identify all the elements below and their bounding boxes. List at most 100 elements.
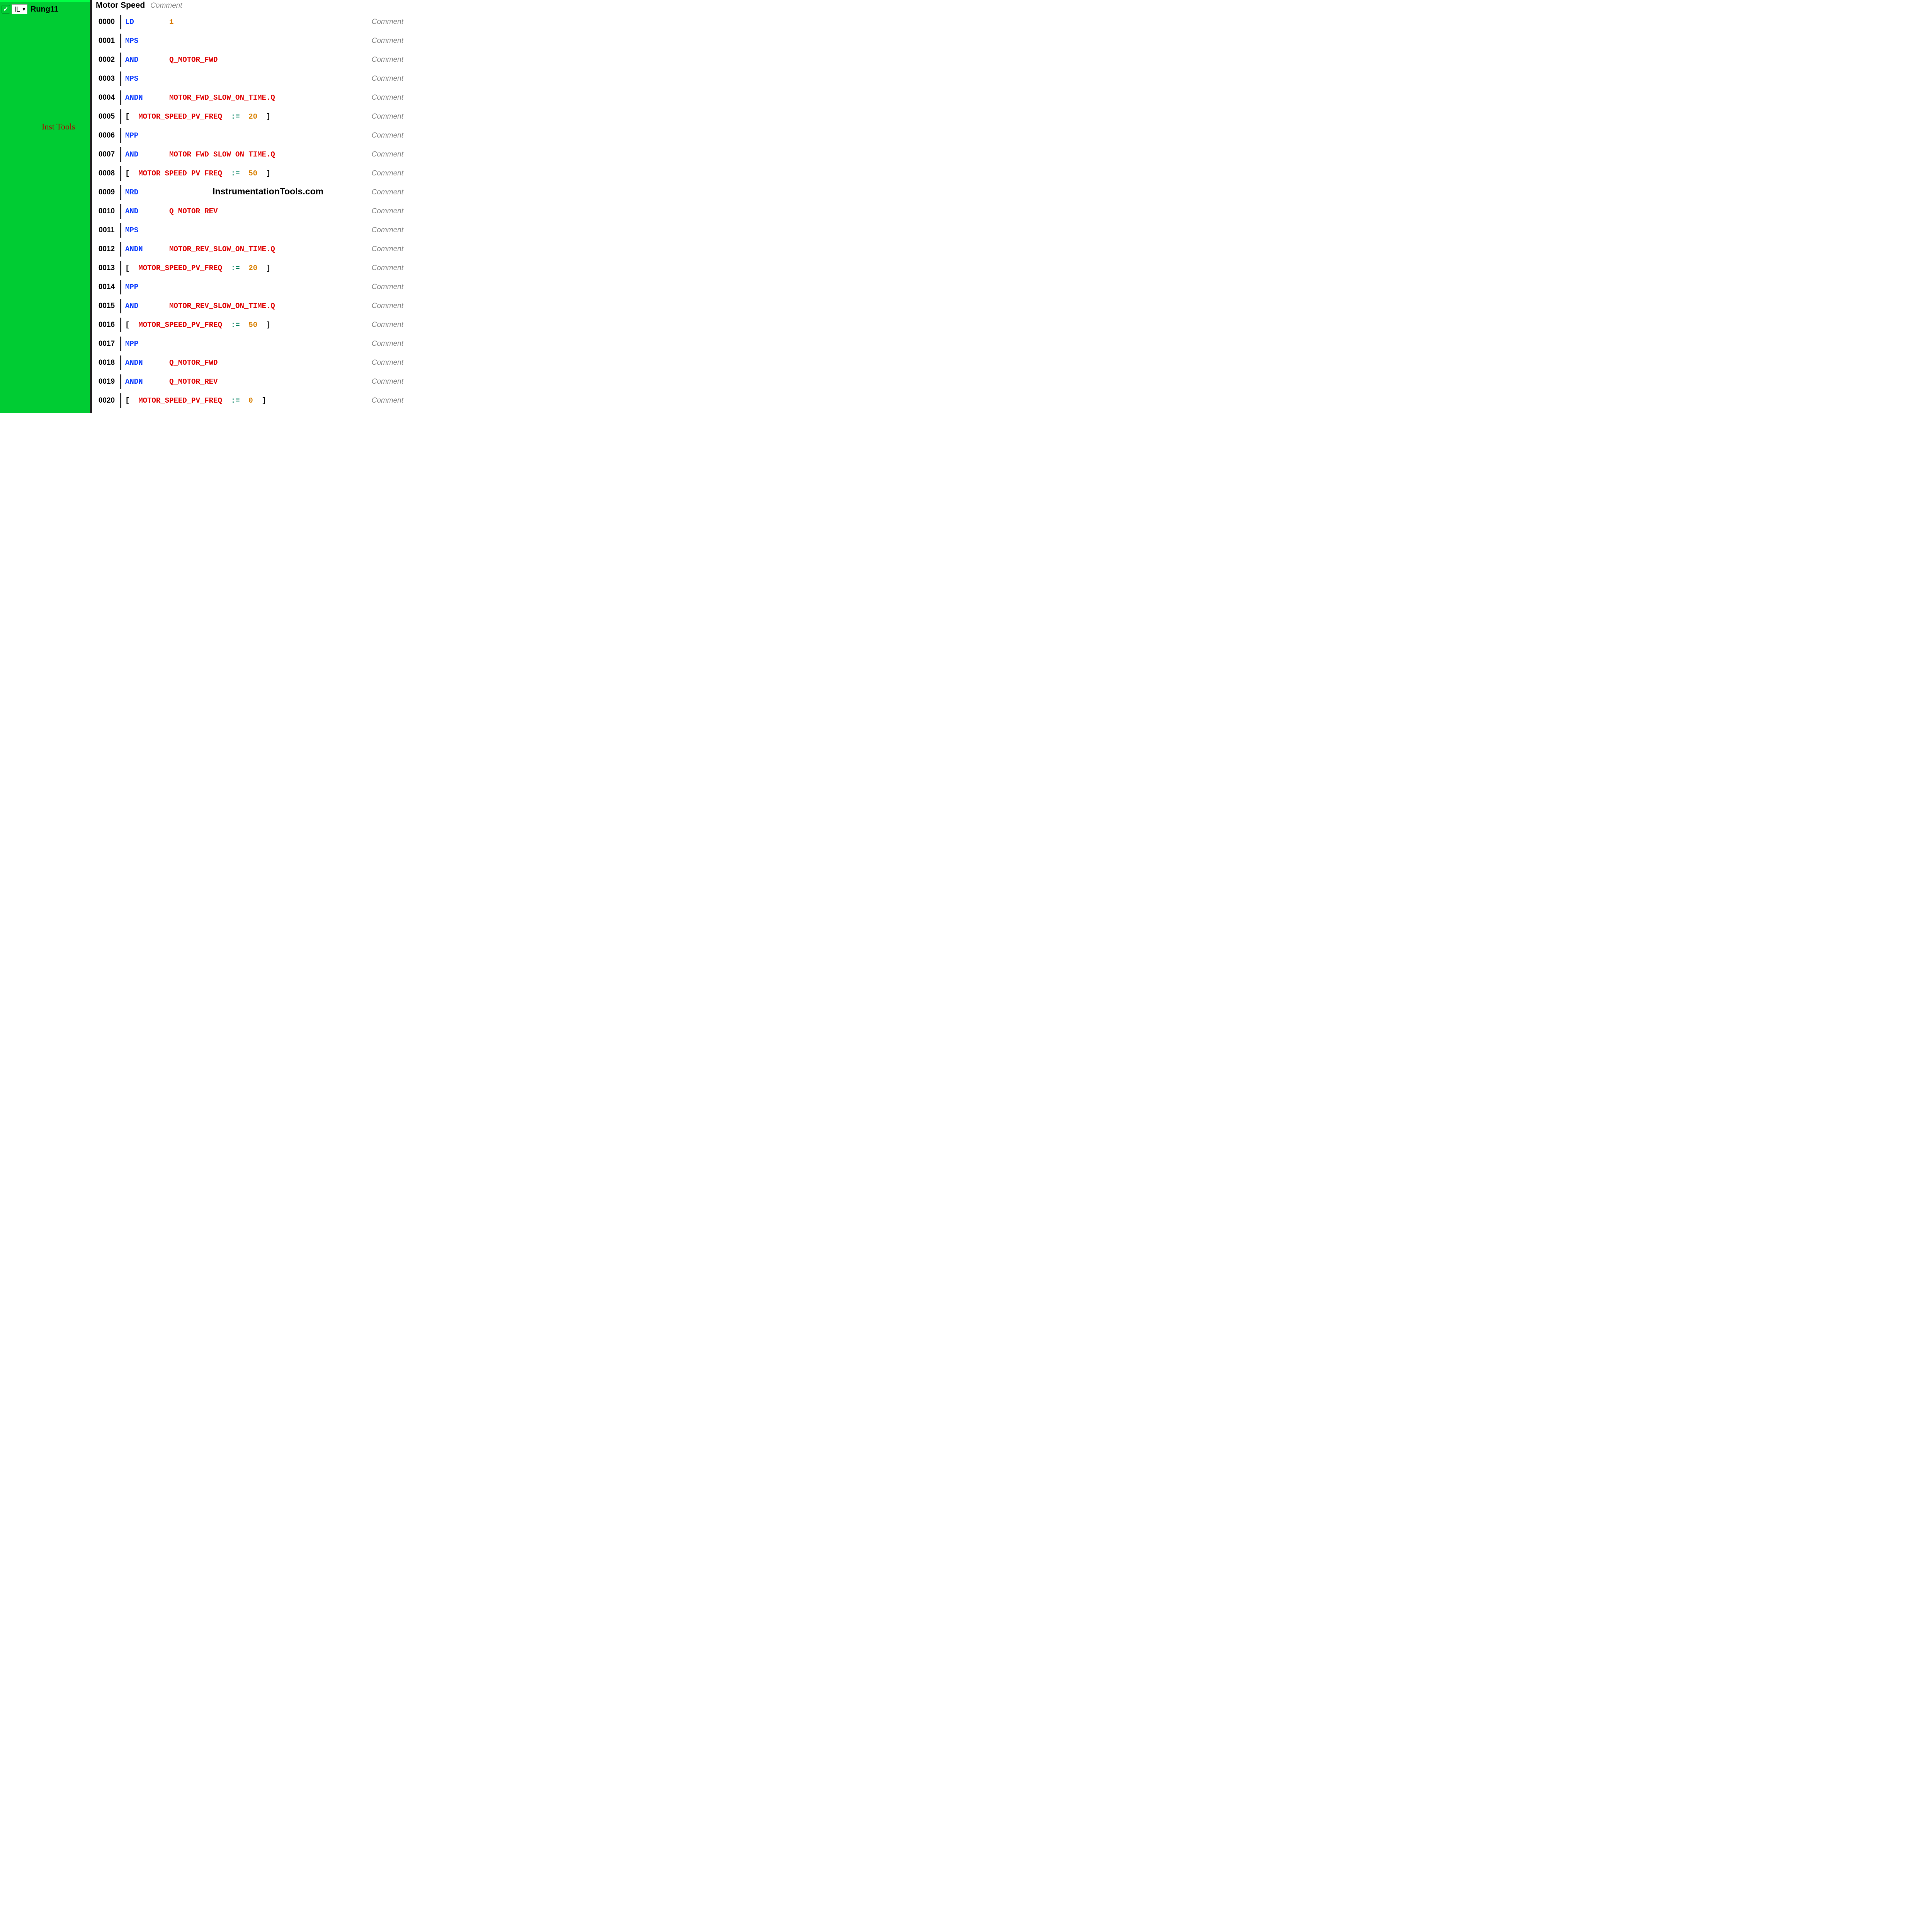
- line-number: 0019: [96, 378, 117, 386]
- line-number: 0008: [96, 169, 117, 178]
- line-comment[interactable]: Comment: [372, 245, 410, 253]
- line-number: 0015: [96, 302, 117, 310]
- code-token: 50: [240, 321, 257, 329]
- code-token: 20: [240, 112, 257, 121]
- code-content[interactable]: MPP: [125, 283, 372, 291]
- code-token: MPS: [125, 226, 138, 235]
- code-line[interactable]: 0015 AND MOTOR_REV_SLOW_ON_TIME.QComment: [96, 296, 410, 315]
- code-line[interactable]: 0017MPPComment: [96, 334, 410, 353]
- code-content[interactable]: MPS: [125, 226, 372, 235]
- code-token: MOTOR_FWD_SLOW_ON_TIME.Q: [169, 150, 275, 159]
- line-comment[interactable]: Comment: [372, 396, 410, 405]
- line-comment[interactable]: Comment: [372, 94, 410, 102]
- line-comment[interactable]: Comment: [372, 378, 410, 386]
- code-token: MPS: [125, 37, 138, 45]
- line-comment[interactable]: Comment: [372, 359, 410, 367]
- code-token: ANDN: [125, 245, 169, 253]
- code-token: MOTOR_REV_SLOW_ON_TIME.Q: [169, 245, 275, 253]
- line-number: 0000: [96, 18, 117, 26]
- line-marker: [120, 374, 121, 389]
- line-comment[interactable]: Comment: [372, 188, 410, 197]
- code-content[interactable]: [ MOTOR_SPEED_PV_FREQ := 0 ]: [125, 396, 372, 405]
- code-content[interactable]: MPP: [125, 340, 372, 348]
- code-line[interactable]: 0010AND Q_MOTOR_REVComment: [96, 202, 410, 221]
- code-content[interactable]: AND MOTOR_REV_SLOW_ON_TIME.Q: [125, 302, 372, 310]
- code-content[interactable]: [ MOTOR_SPEED_PV_FREQ := 50 ]: [125, 321, 372, 329]
- code-line[interactable]: 0016[ MOTOR_SPEED_PV_FREQ := 50 ]Comment: [96, 315, 410, 334]
- code-line[interactable]: 0020 [ MOTOR_SPEED_PV_FREQ := 0 ]Comment: [96, 391, 410, 410]
- code-line[interactable]: 0006MPPComment: [96, 126, 410, 145]
- code-line[interactable]: 0000 LD 1Comment: [96, 12, 410, 31]
- code-line[interactable]: 0018ANDN Q_MOTOR_FWDComment: [96, 353, 410, 372]
- code-content[interactable]: ANDN MOTOR_FWD_SLOW_ON_TIME.Q: [125, 94, 372, 102]
- code-line[interactable]: 0003MPSComment: [96, 69, 410, 88]
- code-content[interactable]: AND MOTOR_FWD_SLOW_ON_TIME.Q: [125, 150, 372, 159]
- code-line[interactable]: 0004ANDN MOTOR_FWD_SLOW_ON_TIME.QComment: [96, 88, 410, 107]
- code-token: :=: [222, 321, 240, 329]
- line-marker: [120, 71, 121, 86]
- code-content[interactable]: AND Q_MOTOR_FWD: [125, 56, 372, 64]
- line-comment[interactable]: Comment: [372, 18, 410, 26]
- line-comment[interactable]: Comment: [372, 264, 410, 272]
- code-content[interactable]: AND Q_MOTOR_REV: [125, 207, 372, 216]
- line-number: 0012: [96, 245, 117, 253]
- line-comment[interactable]: Comment: [372, 207, 410, 216]
- code-line[interactable]: 0019 ANDN Q_MOTOR_REVComment: [96, 372, 410, 391]
- code-content[interactable]: MPS: [125, 37, 372, 45]
- line-comment[interactable]: Comment: [372, 302, 410, 310]
- code-token: MRD: [125, 188, 138, 197]
- code-token: [: [125, 169, 138, 178]
- code-content[interactable]: ANDN MOTOR_REV_SLOW_ON_TIME.Q: [125, 245, 372, 253]
- line-marker: [120, 280, 121, 294]
- code-content[interactable]: ANDN Q_MOTOR_REV: [125, 378, 372, 386]
- chevron-down-icon: ▼: [22, 7, 26, 12]
- line-comment[interactable]: Comment: [372, 37, 410, 45]
- code-line[interactable]: 0002AND Q_MOTOR_FWDComment: [96, 50, 410, 69]
- line-number: 0020: [96, 396, 117, 405]
- line-marker: [120, 337, 121, 351]
- line-comment[interactable]: Comment: [372, 226, 410, 235]
- rung-title-row: Motor Speed Comment: [96, 1, 410, 12]
- code-content[interactable]: LD 1: [125, 18, 372, 26]
- line-comment[interactable]: Comment: [372, 112, 410, 121]
- code-token: :=: [222, 396, 240, 405]
- code-token: 50: [240, 169, 257, 178]
- code-line[interactable]: 0012ANDN MOTOR_REV_SLOW_ON_TIME.QComment: [96, 240, 410, 259]
- code-content[interactable]: MPS: [125, 75, 372, 83]
- line-comment[interactable]: Comment: [372, 131, 410, 140]
- line-marker: [120, 355, 121, 370]
- line-comment[interactable]: Comment: [372, 75, 410, 83]
- rung-name[interactable]: Rung11: [29, 5, 58, 14]
- line-number: 0005: [96, 112, 117, 121]
- code-content[interactable]: ANDN Q_MOTOR_FWD: [125, 359, 372, 367]
- code-line[interactable]: 0008 [ MOTOR_SPEED_PV_FREQ := 50 ]Comment: [96, 164, 410, 183]
- code-token: MPS: [125, 75, 138, 83]
- code-token: :=: [222, 264, 240, 272]
- code-token: [: [125, 112, 138, 121]
- line-comment[interactable]: Comment: [372, 150, 410, 159]
- code-line[interactable]: 0013[ MOTOR_SPEED_PV_FREQ := 20 ]Comment: [96, 259, 410, 277]
- code-token: Q_MOTOR_REV: [169, 207, 218, 216]
- line-comment[interactable]: Comment: [372, 321, 410, 329]
- rung-enabled-checkbox[interactable]: ✓: [2, 5, 10, 14]
- line-comment[interactable]: Comment: [372, 169, 410, 178]
- code-content[interactable]: [ MOTOR_SPEED_PV_FREQ := 50 ]: [125, 169, 372, 178]
- code-content[interactable]: [ MOTOR_SPEED_PV_FREQ := 20 ]: [125, 112, 372, 121]
- code-line[interactable]: 0005 [ MOTOR_SPEED_PV_FREQ := 20 ]Comment: [96, 107, 410, 126]
- code-token: MPP: [125, 340, 138, 348]
- line-comment[interactable]: Comment: [372, 56, 410, 64]
- language-select[interactable]: IL ▼: [12, 4, 27, 14]
- line-comment[interactable]: Comment: [372, 340, 410, 348]
- rung-title-comment[interactable]: Comment: [150, 2, 182, 10]
- code-content[interactable]: [ MOTOR_SPEED_PV_FREQ := 20 ]: [125, 264, 372, 272]
- code-token: MOTOR_SPEED_PV_FREQ: [138, 264, 222, 272]
- code-token: :=: [222, 169, 240, 178]
- code-line[interactable]: 0001MPSComment: [96, 31, 410, 50]
- line-marker: [120, 34, 121, 48]
- code-line[interactable]: 0007AND MOTOR_FWD_SLOW_ON_TIME.QComment: [96, 145, 410, 164]
- code-line[interactable]: 0011MPSComment: [96, 221, 410, 240]
- code-content[interactable]: MPP: [125, 131, 372, 140]
- line-comment[interactable]: Comment: [372, 283, 410, 291]
- rung-title[interactable]: Motor Speed: [96, 1, 145, 10]
- code-line[interactable]: 0014MPPComment: [96, 277, 410, 296]
